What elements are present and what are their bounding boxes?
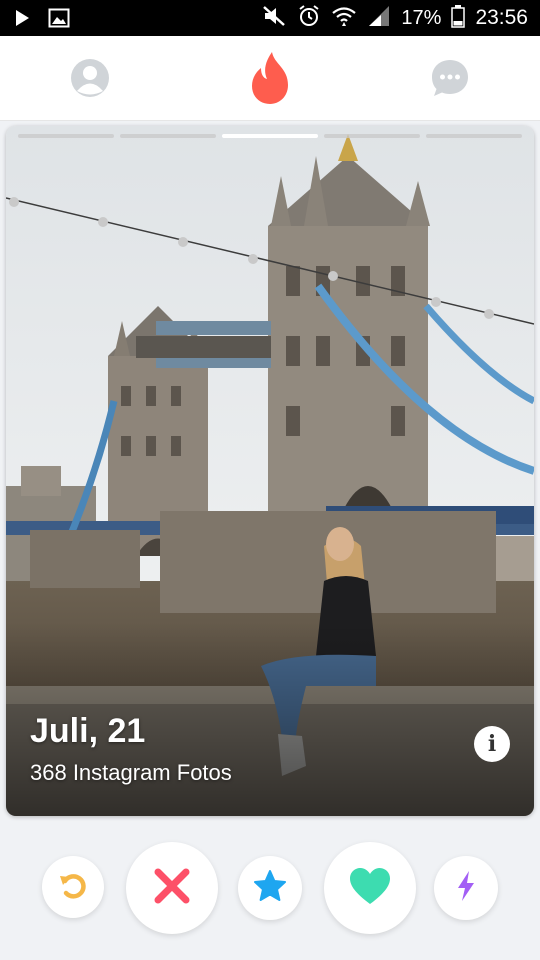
- profile-name-age: Juli, 21: [30, 712, 146, 750]
- top-nav: [0, 36, 540, 121]
- flame-icon[interactable]: [248, 50, 292, 106]
- photo-indicator[interactable]: [120, 134, 216, 138]
- info-icon: i: [487, 731, 497, 757]
- photo-progress: [18, 134, 522, 138]
- like-icon: [348, 866, 392, 911]
- rewind-icon: [57, 869, 89, 906]
- image-icon: [48, 8, 70, 33]
- alarm-icon: [297, 4, 321, 33]
- nope-icon: [152, 866, 192, 911]
- clock: 23:56: [475, 6, 528, 29]
- rewind-button[interactable]: [42, 856, 104, 918]
- super-like-button[interactable]: [238, 856, 302, 920]
- chat-icon[interactable]: [430, 58, 470, 98]
- status-bar: 17% 23:56: [0, 0, 540, 36]
- boost-icon: [454, 870, 478, 907]
- wifi-icon: [331, 4, 357, 33]
- signal-icon: [367, 4, 391, 33]
- profile-card[interactable]: Juli, 21 368 Instagram Fotos i: [6, 126, 534, 816]
- mute-icon: [261, 4, 287, 33]
- info-button[interactable]: i: [474, 726, 510, 762]
- photo-indicator[interactable]: [18, 134, 114, 138]
- play-icon: [14, 9, 30, 32]
- like-button[interactable]: [324, 842, 416, 934]
- instagram-photo-count: 368 Instagram Fotos: [30, 760, 232, 785]
- boost-button[interactable]: [434, 856, 498, 920]
- battery-percent: 17%: [401, 6, 442, 29]
- profile-icon[interactable]: [70, 58, 110, 98]
- photo-indicator[interactable]: [324, 134, 420, 138]
- action-bar: [0, 834, 540, 944]
- nope-button[interactable]: [126, 842, 218, 934]
- photo-indicator-active[interactable]: [222, 134, 318, 138]
- photo-indicator[interactable]: [426, 134, 522, 138]
- super-like-icon: [253, 869, 287, 908]
- battery-icon: [451, 4, 466, 33]
